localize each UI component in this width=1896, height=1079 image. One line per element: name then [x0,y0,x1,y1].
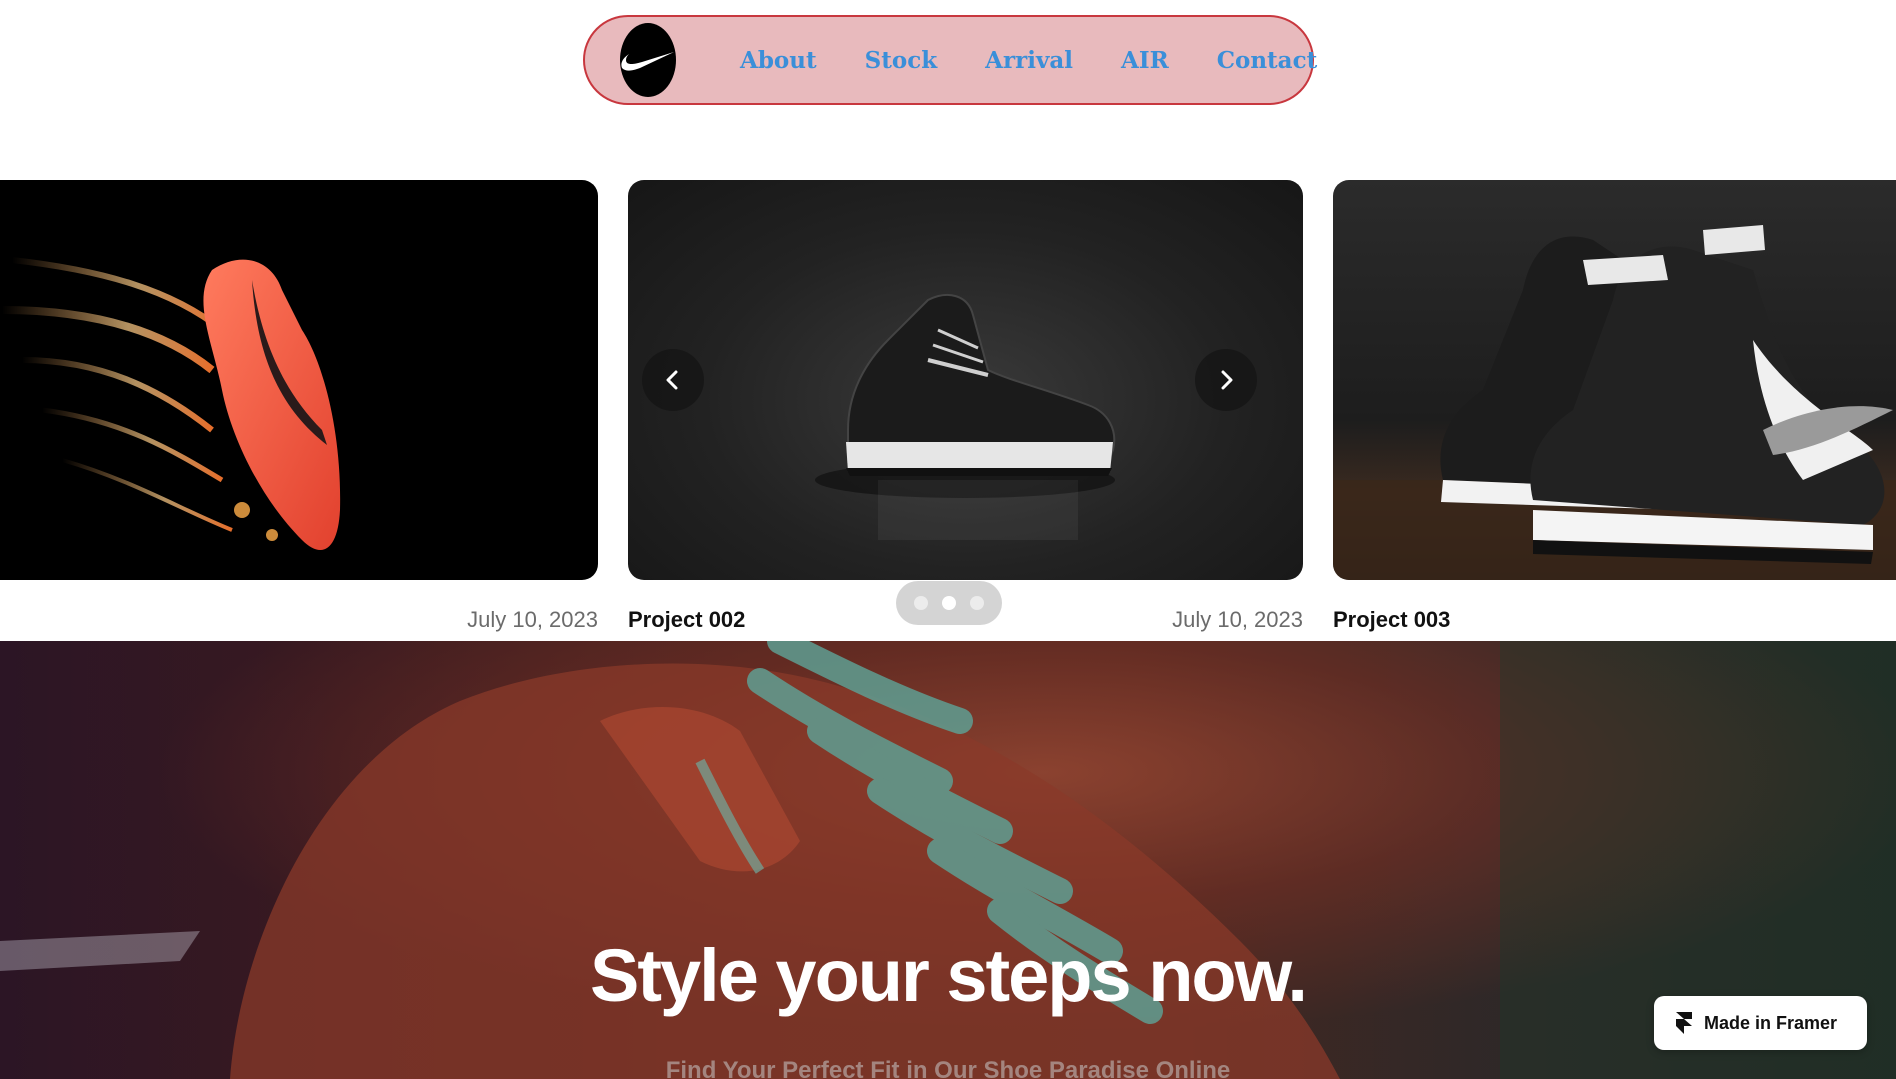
carousel-dot[interactable] [914,596,928,610]
project-date: July 10, 2023 [1172,607,1303,632]
project-image-orange-cleat [0,180,598,580]
carousel-pagination [896,581,1002,625]
project-image-high-top-sneakers [1333,180,1896,580]
carousel-prev-button[interactable] [642,349,704,411]
project-date: July 10, 2023 [467,607,598,632]
project-card[interactable]: Project 002 July 10, 2023 [628,180,1303,640]
project-card[interactable]: 001 July 10, 2023 [0,180,598,640]
badge-label: Made in Framer [1704,1012,1838,1033]
hero-title: Style your steps now. [590,934,1308,1017]
project-title: Project 002 [628,607,746,632]
project-carousel: 001 July 10, 2023 Project 002 July 10, 2… [0,180,1896,640]
nike-swoosh-icon [621,52,674,71]
chevron-right-icon [1221,370,1233,390]
top-nav: About Stock Arrival AIR Contact [583,15,1317,105]
nav-link-stock[interactable]: Stock [865,47,938,74]
hero-subtitle: Find Your Perfect Fit in Our Shoe Paradi… [665,1057,1231,1079]
project-caption: 001 July 10, 2023 [0,607,598,633]
carousel-dot-active[interactable] [942,596,956,610]
project-caption: Project 003 Ju [1333,607,1896,633]
project-title: Project 003 [1333,607,1451,632]
carousel-next-button[interactable] [1195,349,1257,411]
chevron-left-icon [666,370,678,390]
nike-logo[interactable] [620,23,676,97]
project-card[interactable]: Project 003 Ju [1333,180,1896,640]
nav-link-arrival[interactable]: Arrival [985,47,1073,74]
framer-logo-icon [1676,1012,1692,1034]
hero-section: Style your steps now. Find Your Perfect … [0,641,1896,1079]
nav-link-air[interactable]: AIR [1121,47,1169,74]
made-in-framer-badge[interactable]: Made in Framer [1654,996,1867,1050]
nav-link-about[interactable]: About [740,47,817,74]
carousel-dot[interactable] [970,596,984,610]
nav-link-contact[interactable]: Contact [1217,47,1318,74]
